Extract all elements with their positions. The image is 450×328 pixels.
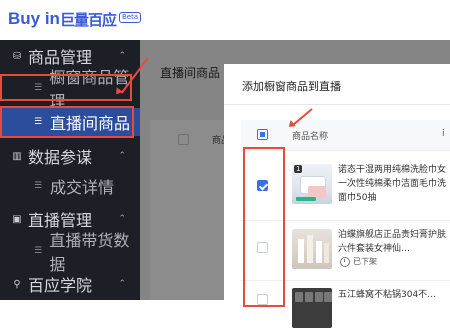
modal-title: 添加橱窗商品到直播 [242,80,341,93]
list-icon: ☰ [34,246,43,256]
product-thumbnail: 1 [292,164,332,204]
sidebar-group-label: 百应学院 [28,276,93,295]
modal-divider [224,104,450,105]
chevron-up-icon: ⌃ [118,279,126,289]
table-header [241,120,450,150]
product-name: 诺态干湿两用纯棉洗脸巾女一次性纯棉柔巾洁面毛巾洗面巾50抽 [338,165,447,203]
clock-icon [340,256,350,267]
product-thumbnail [292,229,332,269]
col-header-name: 商品名称 [292,132,329,142]
sidebar-item-live-data[interactable]: ☰ 直播带货数据 [0,231,140,274]
product-thumbnail [292,288,332,328]
beta-badge: Beta [119,12,142,23]
sidebar-group-data[interactable]: ▥ 数据参谋 ⌃ [0,142,140,170]
video-icon: ▣ [12,213,22,225]
location-icon: ⚲ [13,278,21,290]
chart-icon: ▥ [12,150,22,162]
status-badge: 已下架 [340,256,377,267]
brand-logo-cn: 巨量百应 [60,11,117,29]
list-icon: ☰ [34,181,43,191]
highlight-box-live-products [0,106,134,138]
sidebar-group-label: 数据参谋 [28,148,93,167]
chevron-up-icon: ⌃ [118,214,126,224]
sidebar-group-academy[interactable]: ⚲ 百应学院 ⌃ [0,270,140,298]
select-all-checkbox[interactable] [257,129,268,140]
product-icon: ⛁ [12,50,22,62]
status-text: 已下架 [353,257,377,266]
chevron-up-icon: ⌃ [118,51,126,61]
highlight-box-checkbox-column [243,147,285,307]
sidebar-item-label: 成交详情 [50,178,115,197]
product-name: 泊蝶旗舰店正品贵妇膏护肤六件套装女神仙… [338,230,447,254]
highlight-box-window-products [0,74,132,101]
chevron-up-icon: ⌃ [118,151,126,161]
sidebar-item-label: 直播带货数据 [49,231,130,274]
brand-logo[interactable]: Buy in [8,9,60,29]
thumb-badge: 1 [294,165,303,173]
sidebar-item-deal-details[interactable]: ☰ 成交详情 [0,173,140,199]
col-header-more: i [442,129,445,139]
